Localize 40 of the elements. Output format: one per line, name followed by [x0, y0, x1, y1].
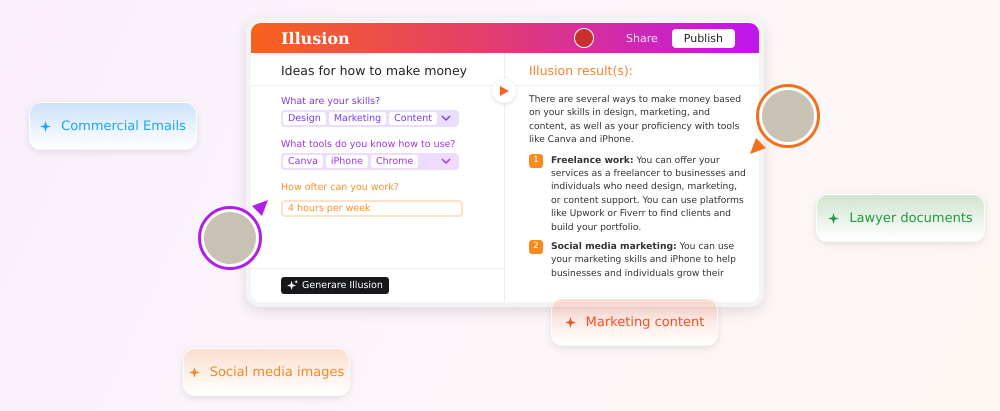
result-item-text: Freelance work: You can offer your services as a freelancer to businesses and individuals who need design, marketing, or content support. You can use platforms like Upwork or Fiverr to find clients and build your portfolio.	[551, 154, 747, 234]
caret-icon	[441, 158, 451, 165]
suggestion-chip[interactable]: Commercial Emails	[29, 102, 197, 150]
play-button[interactable]	[492, 79, 516, 103]
tag-select-field[interactable]: Design Marketing Content	[281, 110, 459, 127]
caret-icon	[441, 115, 451, 122]
play-icon	[499, 86, 509, 96]
result-paragraph: There are several ways to make money based on your skills in design, marketing, and content, as well as your proficiency with tools like Canva and iPhone.	[529, 93, 742, 147]
sparkle-icon	[287, 280, 298, 291]
tag-select-field[interactable]: Canva iPhone Chrome	[281, 153, 459, 170]
sparkle-icon	[564, 316, 576, 328]
sparkle-icon	[40, 120, 52, 132]
field-label: How ofter can you work?	[281, 182, 400, 193]
logo: Illusion	[281, 28, 351, 48]
result-title: Illusion result(s):	[505, 53, 759, 86]
sparkle-icon	[188, 366, 200, 378]
result-item-text: Social media marketing: You can use your marketing skills and iPhone to help businesses and individuals grow their	[551, 240, 737, 280]
tag: Content	[389, 112, 437, 125]
avatar-photo-placeholder	[762, 90, 814, 142]
generate-button[interactable]: Generare Illusion	[281, 277, 389, 294]
sparkle-icon	[828, 212, 840, 224]
tag: Canva	[283, 155, 323, 168]
suggestion-chip[interactable]: Marketing content	[551, 298, 718, 346]
tag: Chrome	[371, 155, 418, 168]
user-avatar[interactable]	[574, 28, 594, 48]
tag: iPhone	[326, 155, 368, 168]
tag: Marketing	[328, 112, 386, 125]
avatar-photo-placeholder	[204, 212, 256, 264]
share-button[interactable]: Share	[626, 32, 658, 44]
number-badge: 2	[529, 240, 543, 254]
number-badge: 1	[529, 154, 543, 168]
pointer-icon	[252, 200, 268, 216]
publish-button[interactable]: Publish	[672, 28, 735, 48]
suggestion-chip[interactable]: Social media images	[183, 348, 350, 396]
input-field[interactable]: 4 hours per week	[281, 200, 463, 217]
suggestion-chip[interactable]: Lawyer documents	[816, 194, 985, 242]
field-label: What are your skills?	[281, 96, 382, 107]
tag: Design	[283, 112, 326, 125]
field-label: What tools do you know how to use?	[281, 139, 456, 150]
pointer-icon	[750, 138, 766, 154]
